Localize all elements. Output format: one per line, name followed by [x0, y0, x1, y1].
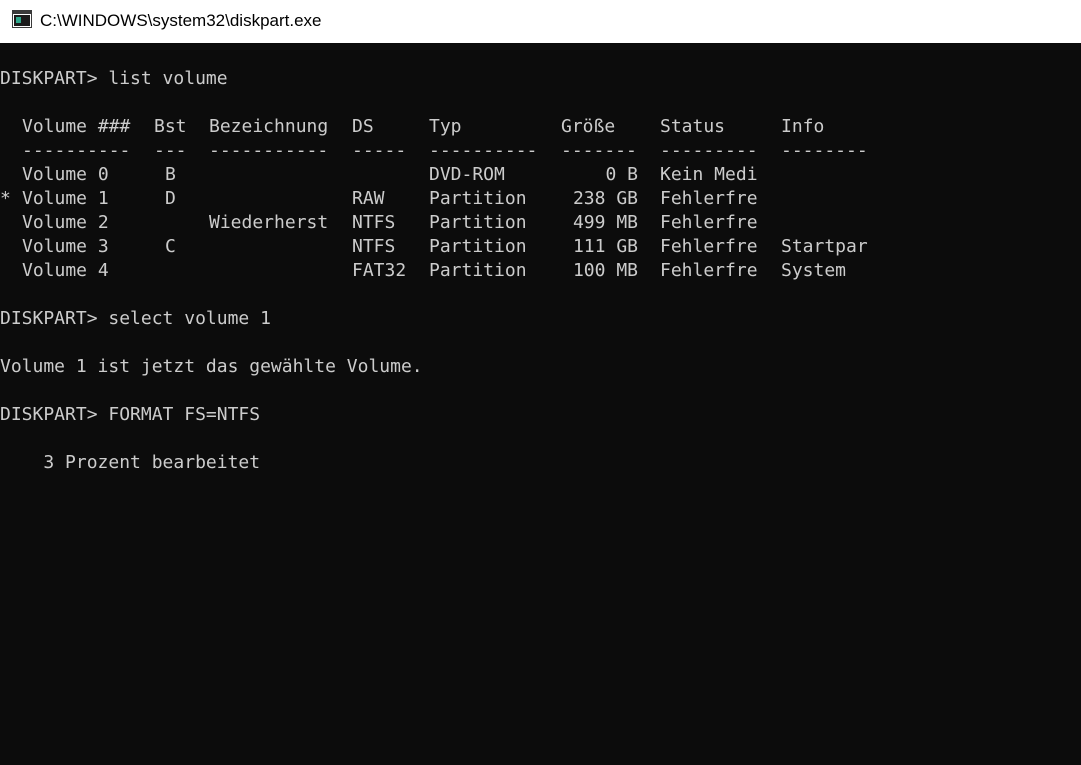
- command-line-select-volume: DISKPART> select volume 1: [0, 308, 271, 329]
- separator-size: -------: [561, 140, 637, 161]
- console-output[interactable]: DISKPART> list volume Volume ### Bst Bez…: [0, 43, 1081, 765]
- volume-size: 499 MB: [572, 212, 638, 233]
- header-typ: Typ: [429, 116, 462, 137]
- volume-type: DVD-ROM: [429, 164, 505, 185]
- header-ds: DS: [352, 116, 374, 137]
- header-bezeichnung: Bezeichnung: [209, 116, 329, 137]
- volume-filesystem: NTFS: [352, 236, 396, 257]
- console-window: C:\WINDOWS\system32\diskpart.exe DISKPAR…: [0, 0, 1081, 765]
- volume-table-header: Volume ### Bst Bezeichnung DS Typ Größe …: [0, 115, 1081, 139]
- volume-status: Fehlerfre: [660, 260, 758, 281]
- volume-drive-letter: D: [165, 188, 176, 209]
- volume-size: 100 MB: [572, 260, 638, 281]
- volume-table-separator: ---------- --- ----------- ----- -------…: [0, 139, 1081, 163]
- window-title: C:\WINDOWS\system32\diskpart.exe: [40, 11, 322, 30]
- volume-row: Volume 4 FAT32 Partition 100 MB Fehlerfr…: [0, 259, 1081, 283]
- volume-status: Fehlerfre: [660, 212, 758, 233]
- volume-type: Partition: [429, 236, 527, 257]
- volume-info: System: [781, 260, 847, 281]
- volume-row: * Volume 1 D RAW Partition 238 GB Fehler…: [0, 187, 1081, 211]
- header-size: Größe: [561, 116, 616, 137]
- volume-status: Fehlerfre: [660, 188, 758, 209]
- volume-drive-letter: C: [165, 236, 176, 257]
- volume-drive-letter: B: [165, 164, 176, 185]
- header-bst: Bst: [154, 116, 187, 137]
- volume-name: Volume 0: [22, 164, 109, 185]
- volume-label: Wiederherst: [209, 212, 329, 233]
- separator-info: --------: [781, 140, 868, 161]
- volume-filesystem: FAT32: [352, 260, 407, 281]
- command-line-list-volume: DISKPART> list volume: [0, 68, 228, 89]
- volume-row: Volume 3 C NTFS Partition 111 GB Fehlerf…: [0, 235, 1081, 259]
- volume-type: Partition: [429, 212, 527, 233]
- volume-type: Partition: [429, 188, 527, 209]
- volume-size: 111 GB: [572, 236, 638, 257]
- volume-row: Volume 2 Wiederherst NTFS Partition 499 …: [0, 211, 1081, 235]
- separator-bst: ---: [154, 140, 187, 161]
- volume-info: Startpar: [781, 236, 868, 257]
- volume-name: Volume 4: [22, 260, 109, 281]
- volume-filesystem: NTFS: [352, 212, 396, 233]
- separator-ds: -----: [352, 140, 407, 161]
- separator-status: ---------: [660, 140, 758, 161]
- volume-size: 238 GB: [572, 188, 638, 209]
- header-status: Status: [660, 116, 726, 137]
- volume-size: 0 B: [605, 164, 638, 185]
- volume-status: Fehlerfre: [660, 236, 758, 257]
- volume-name: Volume 1: [22, 188, 109, 209]
- separator-volume: ----------: [22, 140, 131, 161]
- volume-row: Volume 0 B DVD-ROM 0 B Kein Medi: [0, 163, 1081, 187]
- output-message: Volume 1 ist jetzt das gewählte Volume.: [0, 356, 423, 377]
- separator-bezeichnung: -----------: [209, 140, 329, 161]
- header-volume: Volume ###: [22, 116, 131, 137]
- volume-filesystem: RAW: [352, 188, 385, 209]
- header-info: Info: [781, 116, 825, 137]
- command-line-format: DISKPART> FORMAT FS=NTFS: [0, 404, 261, 425]
- volume-name: Volume 2: [22, 212, 109, 233]
- selected-marker: *: [0, 188, 11, 209]
- volume-name: Volume 3: [22, 236, 109, 257]
- volume-status: Kein Medi: [660, 164, 758, 185]
- separator-typ: ----------: [429, 140, 538, 161]
- format-progress-text: 3 Prozent bearbeitet: [0, 452, 261, 473]
- volume-type: Partition: [429, 260, 527, 281]
- console-app-icon: [12, 10, 32, 28]
- title-bar[interactable]: C:\WINDOWS\system32\diskpart.exe: [0, 0, 1081, 43]
